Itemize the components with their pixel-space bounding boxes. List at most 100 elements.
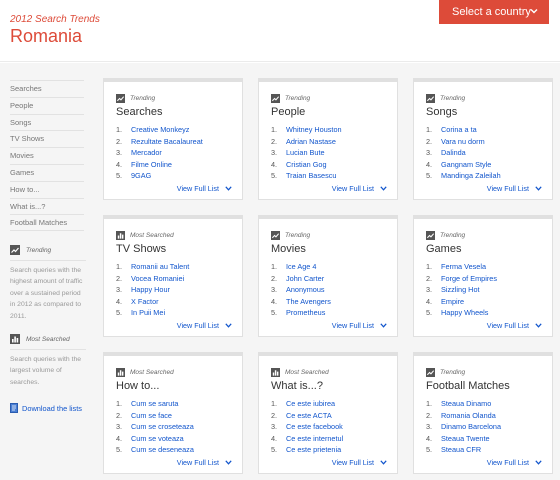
list-item-link[interactable]: The Avengers bbox=[286, 297, 331, 309]
list-item-link[interactable]: Mercador bbox=[131, 148, 162, 160]
bar-chart-icon bbox=[116, 368, 125, 377]
list-item-link[interactable]: In Puii Mei bbox=[131, 308, 165, 320]
list-item-link[interactable]: Prometheus bbox=[286, 308, 325, 320]
list-item-number: 5. bbox=[271, 445, 278, 454]
list-item-link[interactable]: Steaua CFR bbox=[441, 445, 481, 457]
view-full-list-label: View Full List bbox=[176, 458, 219, 467]
list-item-number: 3. bbox=[271, 422, 278, 431]
sidebar-item-movies[interactable]: Movies bbox=[10, 147, 84, 164]
list-item-link[interactable]: Steaua Dinamo bbox=[441, 399, 491, 411]
list-item-link[interactable]: Cristian Gog bbox=[286, 160, 327, 172]
trending-icon bbox=[426, 231, 435, 240]
list-item-link[interactable]: Happy Hour bbox=[131, 285, 170, 297]
sidebar-item-games[interactable]: Games bbox=[10, 163, 84, 181]
list-item-link[interactable]: Cum se voteaza bbox=[131, 434, 184, 446]
list-item: 1. Romanii au Talent bbox=[116, 262, 189, 274]
list-item-link[interactable]: Lucian Bute bbox=[286, 148, 325, 160]
list-item-number: 4. bbox=[116, 159, 123, 169]
sidebar-item-songs[interactable]: Songs bbox=[10, 113, 84, 131]
chevron-down-icon bbox=[225, 460, 232, 465]
list-item-link[interactable]: Ce este prietenia bbox=[286, 445, 341, 457]
card-type-label: Trending bbox=[285, 95, 311, 102]
list-item-link[interactable]: 9GAG bbox=[131, 171, 151, 183]
list-item-number: 1. bbox=[271, 125, 278, 134]
list-item-link[interactable]: Happy Wheels bbox=[441, 308, 488, 320]
list-item-link[interactable]: Ce este ACTA bbox=[286, 411, 332, 423]
list-item-link[interactable]: Mandinga Zaleilah bbox=[441, 171, 501, 183]
list-item-link[interactable]: Vara nu dorm bbox=[441, 137, 485, 149]
list-item-link[interactable]: John Carter bbox=[286, 274, 324, 286]
list-item-link[interactable]: Dinamo Barcelona bbox=[441, 422, 501, 434]
list-item-link[interactable]: Gangnam Style bbox=[441, 160, 491, 172]
list-item-number: 4. bbox=[116, 433, 123, 443]
view-full-list-button[interactable]: View Full List bbox=[332, 458, 387, 467]
list-item-link[interactable]: Ce este iubirea bbox=[286, 399, 335, 411]
list-item-number: 2. bbox=[116, 136, 123, 146]
view-full-list-button[interactable]: View Full List bbox=[332, 321, 387, 330]
card-title: TV Shows bbox=[116, 243, 167, 255]
list-item-number: 2. bbox=[271, 136, 278, 146]
view-full-list-label: View Full List bbox=[486, 321, 529, 330]
chevron-down-icon bbox=[535, 460, 542, 465]
list-item: 5. Cum se deseneaza bbox=[116, 445, 194, 457]
divider bbox=[10, 260, 86, 261]
list-item-link[interactable]: Ice Age 4 bbox=[286, 262, 316, 274]
card-searches: Trending Searches 1. Creative Monkeyz 2. Rezu… bbox=[103, 78, 243, 200]
chevron-down-icon bbox=[530, 9, 538, 14]
list-item-link[interactable]: Rezultate Bacalaureat bbox=[131, 137, 203, 149]
view-full-list-button[interactable]: View Full List bbox=[177, 184, 232, 193]
list-item-link[interactable]: Ferma Vesela bbox=[441, 262, 486, 274]
list-item: 1. Cum se saruta bbox=[116, 399, 194, 411]
list-item-link[interactable]: Sizzling Hot bbox=[441, 285, 480, 297]
trending-icon bbox=[271, 231, 280, 240]
card-list: 1. Romanii au Talent 2. Vocea Romaniei 3. Hap… bbox=[116, 262, 189, 320]
list-item-link[interactable]: Cum se saruta bbox=[131, 399, 178, 411]
list-item-link[interactable]: Cum se deseneaza bbox=[131, 445, 194, 457]
list-item-link[interactable]: Whitney Houston bbox=[286, 125, 342, 137]
sidebar-item-football-matches[interactable]: Football Matches bbox=[10, 214, 84, 232]
bar-chart-icon bbox=[116, 231, 125, 240]
list-item-link[interactable]: Romania Olanda bbox=[441, 411, 496, 423]
list-item-link[interactable]: Ce este facebook bbox=[286, 422, 343, 434]
list-item-link[interactable]: Adrian Nastase bbox=[286, 137, 336, 149]
list-item-number: 4. bbox=[426, 433, 433, 443]
card-type: Trending bbox=[426, 231, 465, 240]
view-full-list-label: View Full List bbox=[486, 184, 529, 193]
card-type-label: Most Searched bbox=[130, 232, 174, 239]
list-item-link[interactable]: Cum se face bbox=[131, 411, 172, 423]
view-full-list-label: View Full List bbox=[176, 184, 219, 193]
view-full-list-button[interactable]: View Full List bbox=[487, 184, 542, 193]
list-item-link[interactable]: Romanii au Talent bbox=[131, 262, 189, 274]
view-full-list-button[interactable]: View Full List bbox=[332, 184, 387, 193]
sidebar-item-searches[interactable]: Searches bbox=[10, 80, 84, 97]
card-list: 1. Steaua Dinamo 2. Romania Olanda 3. Dinamo … bbox=[426, 399, 501, 457]
sidebar-item-people[interactable]: People bbox=[10, 96, 84, 114]
view-full-list-button[interactable]: View Full List bbox=[487, 321, 542, 330]
sidebar-item-tv-shows[interactable]: TV Shows bbox=[10, 130, 84, 147]
list-item-link[interactable]: Dalinda bbox=[441, 148, 466, 160]
list-item-link[interactable]: Corina a ta bbox=[441, 125, 477, 137]
list-item: 4. Cristian Gog bbox=[271, 160, 342, 172]
select-country-button[interactable]: Select a country bbox=[439, 0, 549, 24]
list-item-link[interactable]: Ce este internetul bbox=[286, 434, 343, 446]
list-item-link[interactable]: Anonymous bbox=[286, 285, 325, 297]
list-item-link[interactable]: Filme Online bbox=[131, 160, 172, 172]
list-item-link[interactable]: Cum se croseteaza bbox=[131, 422, 194, 434]
list-item-link[interactable]: Creative Monkeyz bbox=[131, 125, 189, 137]
list-item-link[interactable]: Forge of Empires bbox=[441, 274, 497, 286]
download-lists-link[interactable]: Download the lists bbox=[10, 403, 82, 413]
legend-most-label: Most Searched bbox=[26, 335, 70, 343]
view-full-list-button[interactable]: View Full List bbox=[177, 458, 232, 467]
list-item-link[interactable]: Traian Basescu bbox=[286, 171, 336, 183]
list-item-number: 3. bbox=[116, 148, 123, 157]
list-item-link[interactable]: Vocea Romaniei bbox=[131, 274, 184, 286]
list-item-link[interactable]: X Factor bbox=[131, 297, 159, 309]
view-full-list-button[interactable]: View Full List bbox=[177, 321, 232, 330]
list-item-link[interactable]: Steaua Twente bbox=[441, 434, 490, 446]
view-full-list-button[interactable]: View Full List bbox=[487, 458, 542, 467]
chevron-down-icon bbox=[225, 186, 232, 191]
list-item: 1. Ferma Vesela bbox=[426, 262, 497, 274]
sidebar-item-what-is[interactable]: What is...? bbox=[10, 197, 84, 215]
list-item-link[interactable]: Empire bbox=[441, 297, 464, 309]
sidebar-item-how-to[interactable]: How to... bbox=[10, 180, 84, 198]
